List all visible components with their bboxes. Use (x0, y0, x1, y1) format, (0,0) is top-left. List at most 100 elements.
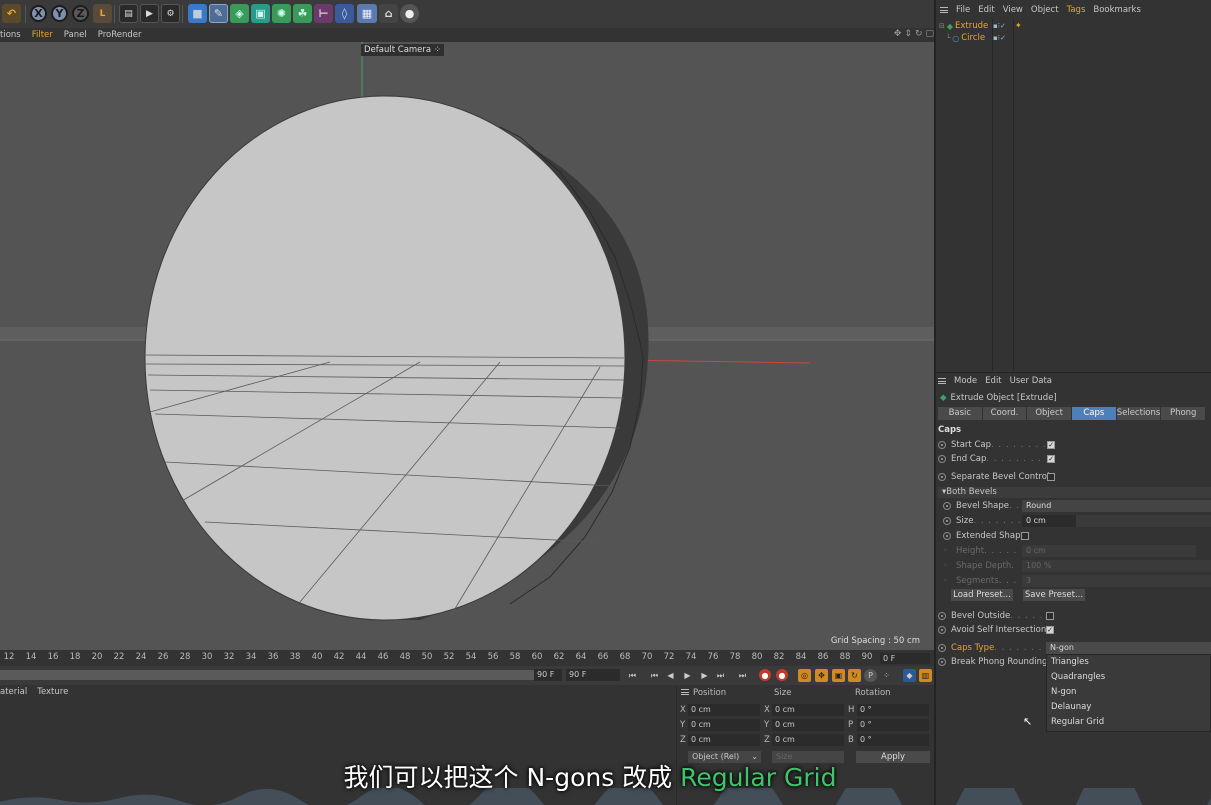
coord-menu-icon[interactable] (681, 689, 689, 695)
camera-icon[interactable]: ⌂ (379, 4, 398, 23)
render-picture-viewer-icon[interactable]: ▶ (140, 4, 159, 23)
zoom-view-icon[interactable]: ⇕ (904, 29, 912, 39)
object-row-extrude[interactable]: ⊟ ◆ Extrude (939, 21, 988, 31)
extrude-icon[interactable]: ▣ (251, 4, 270, 23)
lock-axis-z-icon[interactable]: Z (72, 5, 89, 22)
render-settings-icon[interactable]: ⚙ (161, 4, 180, 23)
animate-radio-icon[interactable] (938, 643, 946, 652)
rotation-input[interactable]: 0 ° (857, 704, 929, 716)
objmenu-view[interactable]: View (1003, 5, 1023, 15)
tab-basic[interactable]: Basic (938, 407, 982, 420)
render-view-icon[interactable]: ▤ (119, 4, 138, 23)
key-position-icon[interactable]: ✥ (815, 669, 828, 682)
viewport[interactable]: Default Camera ⁘ Grid Spacing : 50 cm (0, 42, 934, 650)
lock-axis-x-icon[interactable]: X (30, 5, 47, 22)
visibility-dots-icon[interactable]: ▪⁝✓ (993, 34, 1006, 42)
am-menu-mode[interactable]: Mode (954, 376, 977, 386)
size-input[interactable]: 0 cm (772, 719, 844, 731)
end-frame-field[interactable]: 90 F (534, 669, 562, 681)
field-icon[interactable]: ⊢ (314, 4, 333, 23)
lock-axis-y-icon[interactable]: Y (51, 5, 68, 22)
bevel-outside-checkbox[interactable] (1046, 612, 1054, 620)
size-slider[interactable] (1076, 515, 1211, 527)
load-preset-button[interactable]: Load Preset... (951, 589, 1013, 601)
dropdown-option-quadrangles[interactable]: Quadrangles (1051, 672, 1105, 682)
light-icon[interactable]: ● (400, 4, 419, 23)
avoid-self-checkbox[interactable]: ✓ (1046, 626, 1054, 634)
tab-coord[interactable]: Coord. (982, 407, 1027, 420)
prev-key-icon[interactable]: ⏮ (648, 669, 661, 682)
objmenu-edit[interactable]: Edit (978, 5, 994, 15)
go-to-end-icon[interactable]: ⏭ (736, 669, 749, 682)
prev-frame-icon[interactable]: ◀ (664, 669, 677, 682)
key-selection-icon[interactable]: ◎ (798, 669, 811, 682)
animate-radio-icon[interactable] (938, 657, 946, 666)
key-param-icon[interactable]: P (864, 669, 877, 682)
auto-key-icon[interactable]: ● (776, 669, 788, 681)
animate-radio-icon[interactable] (938, 472, 946, 481)
go-to-start-icon[interactable]: ⏮ (626, 669, 639, 682)
viewport-menu-options[interactable]: tions (0, 30, 21, 40)
object-row-circle[interactable]: └ ○ Circle (946, 33, 985, 43)
tab-object[interactable]: Object (1027, 407, 1072, 420)
animate-radio-icon[interactable] (943, 501, 951, 510)
viewport-menu-prorender[interactable]: ProRender (98, 30, 142, 40)
animate-radio-icon[interactable] (938, 454, 946, 463)
save-preset-button[interactable]: Save Preset... (1023, 589, 1085, 601)
key-scale-icon[interactable]: ▣ (832, 669, 845, 682)
object-manager-menu-icon[interactable] (940, 7, 948, 13)
tab-caps[interactable]: Caps (1072, 407, 1116, 420)
size-input[interactable]: 0 cm (772, 734, 844, 746)
dropdown-option-triangles[interactable]: Triangles (1051, 657, 1089, 667)
viewport-menu-panel[interactable]: Panel (64, 30, 87, 40)
start-cap-checkbox[interactable]: ✓ (1047, 441, 1055, 449)
am-menu-edit[interactable]: Edit (985, 376, 1001, 386)
play-icon[interactable]: ▶ (681, 669, 694, 682)
dropdown-option-ngon[interactable]: N-gon (1051, 687, 1076, 697)
tab-selections[interactable]: Selections (1116, 407, 1161, 420)
caps-type-select[interactable]: N-gon (1046, 642, 1211, 654)
bevel-shape-select[interactable]: Round (1022, 500, 1211, 512)
viewport-menu-filter[interactable]: Filter (32, 30, 53, 40)
film-icon[interactable]: ▥ (919, 669, 932, 682)
deformer-icon[interactable]: ✺ (272, 4, 291, 23)
object-name[interactable]: Circle (961, 33, 985, 43)
am-menu-userdata[interactable]: User Data (1010, 376, 1052, 386)
objmenu-object[interactable]: Object (1031, 5, 1059, 15)
object-list[interactable] (936, 19, 1211, 371)
end-cap-checkbox[interactable]: ✓ (1047, 455, 1055, 463)
camera-icon[interactable]: ▦ (357, 4, 377, 23)
camera-label[interactable]: Default Camera ⁘ (361, 44, 444, 56)
subdivision-icon[interactable]: ◈ (230, 4, 249, 23)
dropdown-option-delaunay[interactable]: Delaunay (1051, 702, 1091, 712)
material-menu-material[interactable]: aterial (0, 687, 27, 697)
dropdown-option-regular-grid[interactable]: Regular Grid (1051, 717, 1104, 727)
floor-icon[interactable]: ◊ (335, 4, 354, 23)
pen-icon[interactable]: ✎ (209, 4, 228, 23)
both-bevels-group[interactable]: ▾Both Bevels (938, 487, 1211, 498)
size-input[interactable]: 0 cm (772, 704, 844, 716)
extended-shape-checkbox[interactable] (1021, 532, 1029, 540)
current-frame-field[interactable]: 0 F (880, 653, 930, 664)
next-key-icon[interactable]: ⏭ (714, 669, 727, 682)
phong-tag-icon[interactable]: ✦ (1015, 21, 1022, 30)
scheme-icon[interactable]: ◆ (903, 669, 916, 682)
separate-bevel-checkbox[interactable] (1047, 473, 1055, 481)
undo-icon[interactable]: ↶ (2, 4, 21, 23)
timeline-ruler[interactable]: 12 14 16 18 20 22 24 26 28 30 32 34 36 38 40 42 44 46 48 50… (0, 650, 934, 666)
attribute-manager-menu-icon[interactable] (938, 378, 946, 384)
material-menu-texture[interactable]: Texture (37, 687, 68, 697)
maximize-view-icon[interactable]: ▢ (925, 29, 934, 39)
mograph-icon[interactable]: ☘ (293, 4, 312, 23)
animate-radio-icon[interactable] (938, 611, 946, 620)
rotation-input[interactable]: 0 ° (857, 719, 929, 731)
objmenu-bookmarks[interactable]: Bookmarks (1093, 5, 1141, 15)
tab-phong[interactable]: Phong (1161, 407, 1206, 420)
rotate-view-icon[interactable]: ↻ (915, 29, 923, 39)
cube-icon[interactable]: ■ (188, 4, 207, 23)
position-input[interactable]: 0 cm (688, 734, 760, 746)
max-frame-field[interactable]: 90 F (566, 669, 620, 681)
move-view-icon[interactable]: ✥ (894, 29, 902, 39)
key-rotation-icon[interactable]: ↻ (848, 669, 861, 682)
next-frame-icon[interactable]: ▶ (698, 669, 711, 682)
